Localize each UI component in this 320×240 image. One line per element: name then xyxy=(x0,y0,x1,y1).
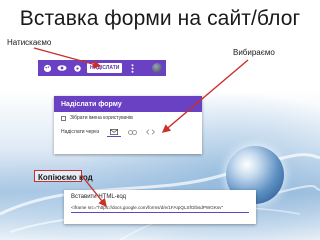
arrow-to-send xyxy=(33,47,102,69)
annotation-arrows xyxy=(33,47,249,208)
arrow-to-code xyxy=(81,175,107,208)
arrow-to-embed xyxy=(161,59,249,133)
